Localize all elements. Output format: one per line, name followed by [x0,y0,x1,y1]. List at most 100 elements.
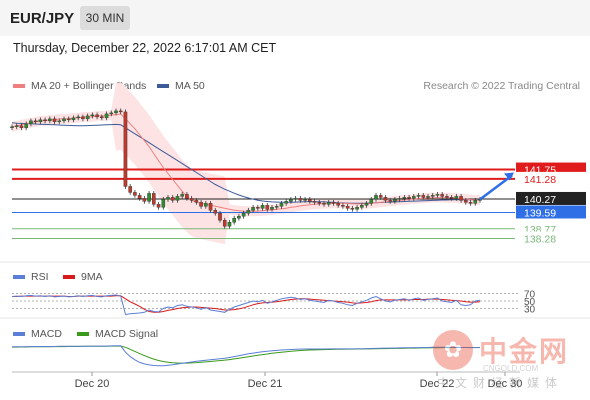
candle-body [57,120,62,123]
candle-body [260,205,265,209]
candle-body [256,207,260,209]
candle-body [374,195,378,200]
candle-body [397,198,402,200]
candle-body [175,196,180,201]
candle-body [336,203,340,206]
candle-body [241,213,246,217]
candle-body [208,203,213,211]
candle-body [473,200,478,204]
candle-body [227,222,232,227]
candle-body [464,200,468,203]
candle-body [71,117,76,121]
candle-body [81,116,85,120]
candle-body [218,213,222,221]
candle-body [10,126,14,129]
candle-body [147,193,151,202]
candle-body [24,123,28,128]
candle-body [38,119,43,123]
candle-body [355,207,359,210]
candle-body [128,186,132,193]
macd-line [11,345,480,367]
candle-body [152,193,156,205]
candle-body [360,205,364,208]
candle-body [189,198,194,201]
candle-body [29,120,33,125]
candle-body [156,204,161,208]
candle-body [350,208,355,210]
watermark: ✿ 中金网 CNGOLD.COM 中文财经新媒体 [433,330,583,390]
candle-body [303,199,307,201]
candle-body [237,216,241,219]
ma50-line [11,122,480,204]
candle-body [308,199,312,202]
candle-body [416,195,421,197]
candle-body [322,203,326,205]
candle-body [123,111,128,187]
candle-body [137,195,142,199]
level-label-3: 139.59 [524,207,556,219]
watermark-url: CNGOLD.COM [483,364,539,373]
candle-body [393,199,397,202]
x-tick-label: Dec 21 [248,378,283,390]
bollinger-band [12,82,480,245]
rsi-ma9-line [12,295,481,313]
candle-body [251,207,255,211]
candle-body [449,197,454,199]
candle-body [407,197,411,199]
rsi-line [11,294,481,316]
candle-body [232,218,236,223]
candle-body [445,196,449,198]
rsi-level-label: 30 [524,305,536,316]
candle-body [412,196,416,199]
level-label-2: 140.27 [524,194,556,206]
candle-body [100,116,104,119]
candle-body [388,200,392,202]
level-label-5: 138.28 [524,234,556,246]
candle-body [312,201,317,203]
candle-body [52,118,57,123]
candle-body [421,195,426,198]
candle-body [430,195,435,197]
candle-body [185,194,189,199]
candle-body [378,195,383,198]
candle-body [402,197,407,199]
candle-body [166,197,170,200]
candle-body [194,200,199,203]
candle-body [66,118,71,121]
candle-body [279,203,284,207]
candle-body [326,202,331,205]
candle-body [48,118,52,122]
candle-body [118,110,123,113]
candle-body [246,210,251,214]
candle-body [284,201,288,204]
candle-body [454,196,459,199]
candle-body [369,199,374,204]
candle-body [19,125,24,128]
candle-body [90,114,95,117]
candle-body [341,205,345,207]
candle-body [43,119,47,122]
candle-body [199,202,203,207]
candle-body [289,199,293,202]
candle-body [274,206,279,208]
candle-body [317,202,322,204]
candle-body [95,114,99,118]
candle-body [104,113,109,119]
candle-body [222,220,227,227]
candle-body [76,116,80,119]
watermark-logo-icon: ✿ [433,330,473,370]
candle-body [170,197,175,201]
candle-body [14,125,19,128]
candle-body [213,210,218,214]
candle-body [426,196,430,198]
candle-body [114,110,118,114]
candle-body [133,192,137,196]
candle-body [440,194,444,197]
candle-body [142,198,147,202]
candle-body [383,197,388,201]
candle-body [364,203,369,206]
candle-body [468,202,473,204]
candle-body [62,118,66,122]
candle-body [435,194,440,196]
candle-body [293,198,298,200]
